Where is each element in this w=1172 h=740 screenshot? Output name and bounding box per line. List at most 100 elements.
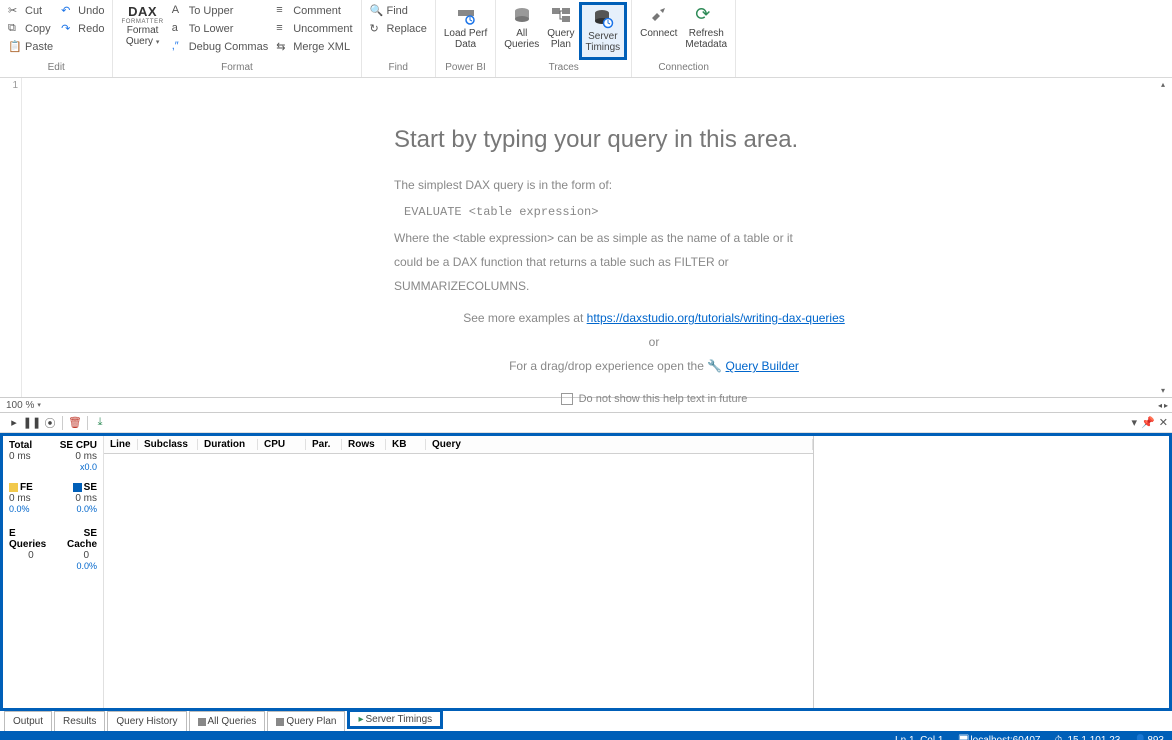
uppercase-icon: A — [172, 4, 186, 18]
format-query-button[interactable]: DAX FORMATTER Format Query ▾ — [117, 2, 167, 60]
scroll-down-icon[interactable]: ▾ — [1156, 386, 1170, 395]
placeholder-title: Start by typing your query in this area. — [394, 126, 914, 154]
ribbon-group-connection: Connect ⟳ RefreshMetadata Connection — [632, 0, 736, 77]
status-host: 🖥localhost:60407 — [957, 735, 1040, 740]
query-plan-button[interactable]: QueryPlan — [543, 2, 578, 60]
ribbon-group-format: DAX FORMATTER Format Query ▾ ATo Upper a… — [113, 0, 361, 77]
col-subclass[interactable]: Subclass — [138, 439, 198, 450]
connect-icon — [648, 4, 670, 26]
scroll-left-icon[interactable]: ◂ — [1158, 401, 1162, 410]
ribbon-group-edit: ✂Cut ⧉Copy 📋Paste ↶Undo ↷Redo Edit — [0, 0, 113, 77]
examples-link[interactable]: https://daxstudio.org/tutorials/writing-… — [587, 311, 845, 325]
bottom-tabstrip: Output Results Query History All Queries… — [0, 711, 1172, 731]
col-query[interactable]: Query — [426, 439, 813, 450]
query-editor[interactable]: 1 ▴ Start by typing your query in this a… — [0, 78, 1172, 398]
redo-icon: ↷ — [61, 22, 75, 36]
timings-stats: TotalSE CPU 0 ms0 ms x0.0 FESE 0 ms0 ms … — [3, 436, 103, 708]
group-label: Power BI — [445, 60, 486, 74]
refresh-metadata-button[interactable]: ⟳ RefreshMetadata — [681, 2, 731, 60]
copy-button[interactable]: ⧉Copy — [4, 20, 57, 38]
export-button[interactable]: ⤓ — [92, 415, 108, 431]
pause-button[interactable]: ❚❚ — [24, 415, 40, 431]
all-queries-icon — [511, 4, 533, 26]
ribbon-group-traces: AllQueries QueryPlan ServerTimings Trace… — [496, 0, 632, 77]
group-label: Connection — [658, 60, 709, 74]
find-button[interactable]: 🔍Find — [366, 2, 431, 20]
comment-icon: ≡ — [276, 4, 290, 18]
query-plan-icon — [550, 4, 572, 26]
group-label: Edit — [48, 60, 65, 74]
delete-button[interactable]: 🗑 — [67, 415, 83, 431]
chevron-down-icon: ▾ — [156, 39, 160, 46]
merge-xml-button[interactable]: ⇆Merge XML — [272, 38, 356, 56]
group-label: Find — [388, 60, 407, 74]
play-button[interactable]: ▸ — [6, 415, 22, 431]
all-queries-button[interactable]: AllQueries — [500, 2, 543, 60]
panel-menu-icon[interactable]: ▾ — [1132, 416, 1138, 429]
tab-output[interactable]: Output — [4, 711, 52, 731]
to-lower-button[interactable]: aTo Lower — [168, 20, 272, 38]
paste-button[interactable]: 📋Paste — [4, 38, 57, 56]
uncomment-button[interactable]: ≡Uncomment — [272, 20, 356, 38]
timings-grid: Line Subclass Duration CPU Par. Rows KB … — [103, 436, 1169, 708]
record-button[interactable]: ⦿ — [42, 415, 58, 431]
replace-icon: ↻ — [370, 22, 384, 36]
pin-icon[interactable]: 📌 — [1141, 416, 1155, 429]
col-rows[interactable]: Rows — [342, 439, 386, 450]
wrench-icon: 🔧 — [707, 359, 722, 373]
query-builder-link[interactable]: Query Builder — [726, 359, 799, 373]
scissors-icon: ✂ — [8, 4, 22, 18]
tab-query-plan[interactable]: Query Plan — [267, 711, 345, 731]
col-duration[interactable]: Duration — [198, 439, 258, 450]
scroll-right-icon[interactable]: ▸ — [1164, 401, 1168, 410]
load-perf-data-button[interactable]: Load Perf Data — [440, 2, 491, 60]
search-icon: 🔍 — [370, 4, 384, 18]
close-icon[interactable]: ✕ — [1159, 416, 1168, 429]
refresh-icon: ⟳ — [695, 4, 717, 26]
connect-button[interactable]: Connect — [636, 2, 681, 60]
person-icon: 👤 — [1134, 735, 1144, 740]
ribbon-group-find: 🔍Find ↻Replace Find — [362, 0, 436, 77]
perf-data-icon — [455, 4, 477, 26]
to-upper-button[interactable]: ATo Upper — [168, 2, 272, 20]
group-label: Traces — [549, 60, 579, 74]
ribbon: ✂Cut ⧉Copy 📋Paste ↶Undo ↷Redo Edit DAX F… — [0, 0, 1172, 78]
tab-server-timings[interactable]: ▸Server Timings — [347, 709, 443, 729]
stop-icon — [198, 718, 206, 726]
undo-button[interactable]: ↶Undo — [57, 2, 108, 20]
stop-icon — [276, 718, 284, 726]
ribbon-group-powerbi: Load Perf Data Power BI — [436, 0, 496, 77]
line-gutter: 1 — [0, 78, 22, 397]
tab-query-history[interactable]: Query History — [107, 711, 186, 731]
lowercase-icon: a — [172, 22, 186, 36]
detail-pane — [814, 436, 1169, 708]
status-bar: Ln 1, Col 1 🖥localhost:60407 ⏱15.1.101.2… — [0, 731, 1172, 740]
col-kb[interactable]: KB — [386, 439, 426, 450]
scroll-up-icon[interactable]: ▴ — [1156, 80, 1170, 89]
uncomment-icon: ≡ — [276, 22, 290, 36]
clock-icon: ⏱ — [1054, 735, 1064, 740]
tab-all-queries[interactable]: All Queries — [189, 711, 266, 731]
server-timings-panel: TotalSE CPU 0 ms0 ms x0.0 FESE 0 ms0 ms … — [0, 433, 1172, 711]
col-cpu[interactable]: CPU — [258, 439, 306, 450]
status-position: Ln 1, Col 1 — [895, 735, 943, 740]
server-timings-button[interactable]: ServerTimings — [579, 2, 628, 60]
col-par[interactable]: Par. — [306, 439, 342, 450]
status-version: ⏱15.1.101.23 — [1054, 735, 1120, 740]
col-line[interactable]: Line — [104, 439, 138, 450]
tab-results[interactable]: Results — [54, 711, 105, 731]
commas-icon: ,″ — [172, 40, 186, 54]
editor-placeholder: Start by typing your query in this area.… — [394, 126, 914, 405]
grid-header: Line Subclass Duration CPU Par. Rows KB … — [104, 436, 813, 454]
dax-formatter-icon: DAX — [128, 4, 157, 19]
undo-icon: ↶ — [61, 4, 75, 18]
hide-help-checkbox[interactable] — [561, 393, 573, 405]
server-icon: 🖥 — [957, 735, 967, 740]
timings-toolbar: ▸ ❚❚ ⦿ 🗑 ⤓ ▾ 📌 ✕ — [0, 413, 1172, 433]
status-rows: 👤893 — [1134, 735, 1164, 740]
cut-button[interactable]: ✂Cut — [4, 2, 57, 20]
replace-button[interactable]: ↻Replace — [366, 20, 431, 38]
comment-button[interactable]: ≡Comment — [272, 2, 356, 20]
redo-button[interactable]: ↷Redo — [57, 20, 108, 38]
debug-commas-button[interactable]: ,″Debug Commas — [168, 38, 272, 56]
